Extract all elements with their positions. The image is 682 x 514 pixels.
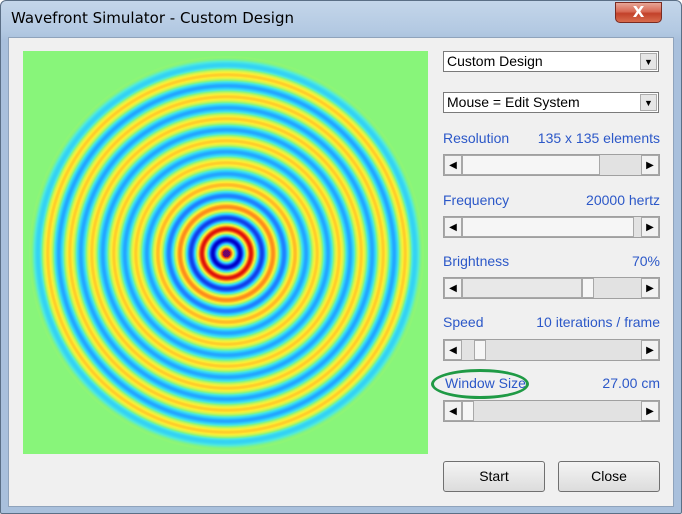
frequency-slider-thumb[interactable]	[462, 217, 634, 237]
scroll-right-icon[interactable]: ▶	[641, 401, 659, 421]
speed-slider-thumb[interactable]	[474, 340, 486, 360]
design-dropdown[interactable]: Custom Design ▼	[443, 51, 659, 72]
resolution-slider[interactable]: ◀ ▶	[443, 154, 660, 176]
resolution-slider-thumb[interactable]	[462, 155, 600, 175]
window-size-value: 27.00 cm	[602, 375, 660, 391]
close-button[interactable]: Close	[558, 461, 660, 492]
scroll-right-icon[interactable]: ▶	[641, 217, 659, 237]
mouse-mode-dropdown[interactable]: Mouse = Edit System ▼	[443, 92, 659, 113]
scroll-right-icon[interactable]: ▶	[641, 278, 659, 298]
scroll-left-icon[interactable]: ◀	[444, 340, 462, 360]
window-size-slider[interactable]: ◀ ▶	[443, 400, 660, 422]
window-close-button[interactable]: X	[615, 2, 662, 23]
resolution-value: 135 x 135 elements	[537, 130, 660, 146]
window-title: Wavefront Simulator - Custom Design	[11, 9, 294, 27]
speed-value: 10 iterations / frame	[536, 314, 660, 330]
scroll-right-icon[interactable]: ▶	[641, 340, 659, 360]
scroll-left-icon[interactable]: ◀	[444, 155, 462, 175]
chevron-down-icon[interactable]: ▼	[640, 53, 657, 70]
brightness-slider-track	[462, 278, 582, 298]
frequency-slider[interactable]: ◀ ▶	[443, 216, 660, 238]
brightness-slider-thumb[interactable]	[582, 278, 594, 298]
mouse-mode-value: Mouse = Edit System	[447, 94, 580, 110]
speed-slider[interactable]: ◀ ▶	[443, 339, 660, 361]
scroll-left-icon[interactable]: ◀	[444, 278, 462, 298]
chevron-down-icon[interactable]: ▼	[640, 94, 657, 111]
resolution-label: Resolution	[443, 130, 510, 146]
scroll-left-icon[interactable]: ◀	[444, 401, 462, 421]
wavefront-display[interactable]	[23, 51, 428, 454]
speed-label: Speed	[443, 314, 484, 330]
scroll-right-icon[interactable]: ▶	[641, 155, 659, 175]
start-button[interactable]: Start	[443, 461, 545, 492]
design-dropdown-value: Custom Design	[447, 53, 543, 69]
brightness-value: 70%	[631, 253, 660, 269]
frequency-label: Frequency	[443, 192, 510, 208]
window-size-slider-thumb[interactable]	[462, 401, 474, 421]
frequency-value: 20000 hertz	[586, 192, 660, 208]
brightness-slider[interactable]: ◀ ▶	[443, 277, 660, 299]
brightness-label: Brightness	[443, 253, 510, 269]
scroll-left-icon[interactable]: ◀	[444, 217, 462, 237]
window-size-label: Window Size	[445, 375, 526, 391]
